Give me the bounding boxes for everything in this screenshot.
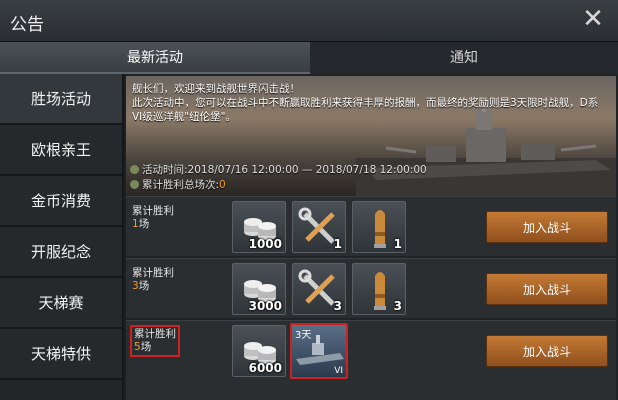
total-wins: 累计胜利总场次:0 (130, 177, 226, 192)
reward-qty: 3000 (248, 299, 282, 313)
reward-condition-label: 累计胜利 (132, 205, 174, 217)
reward-qty: 6000 (248, 361, 282, 375)
reward-condition: 累计胜利 1场 (132, 205, 174, 231)
reward-qty: 1000 (248, 237, 282, 251)
join-battle-button[interactable]: 加入战斗 (486, 273, 608, 305)
silver-coins-reward[interactable]: 3000 (232, 263, 286, 315)
reward-row: 累计胜利 5场 6000 3天 VI 加入战斗 (126, 320, 616, 400)
reward-condition-count: 3 (132, 280, 139, 292)
reward-condition: 累计胜利 5场 (130, 325, 180, 357)
event-banner: 舰长们，欢迎来到战舰世界闪击战！ 此次活动中，您可以在战斗中不断赢取胜利来获得丰… (126, 76, 616, 196)
reward-qty: 3 (393, 299, 402, 313)
reward-condition-unit: 场 (138, 218, 150, 230)
close-icon[interactable]: ✕ (580, 6, 606, 32)
sidebar-item-victory-event[interactable]: 胜场活动 (0, 74, 122, 125)
sidebar: 胜场活动 欧根亲王 金币消费 开服纪念 天梯赛 天梯特供 (0, 74, 124, 400)
reward-qty: 3 (333, 299, 342, 313)
sidebar-item-anniversary[interactable]: 开服纪念 (0, 227, 122, 278)
tab-notices[interactable]: 通知 (310, 42, 618, 74)
sidebar-item-prinz-eugen[interactable]: 欧根亲王 (0, 125, 122, 176)
silver-coins-reward[interactable]: 1000 (232, 201, 286, 253)
event-time: 活动时间:2018/07/16 12:00:00 — 2018/07/18 12… (130, 162, 427, 177)
shell-reward[interactable]: 3 (352, 263, 406, 315)
title-bar: 公告 ✕ (0, 0, 618, 42)
ship-reward[interactable]: 3天 VI (290, 323, 348, 379)
sidebar-item-ladder[interactable]: 天梯赛 (0, 278, 122, 329)
sidebar-item-ladder-special[interactable]: 天梯特供 (0, 329, 122, 380)
silver-coins-reward[interactable]: 6000 (232, 325, 286, 377)
total-wins-label: 累计胜利总场次: (142, 179, 220, 191)
reward-condition-unit: 场 (140, 341, 152, 353)
tools-reward[interactable]: 3 (292, 263, 346, 315)
reward-condition-unit: 场 (138, 280, 150, 292)
reward-qty: 1 (393, 237, 402, 251)
reward-condition: 累计胜利 3场 (132, 267, 174, 293)
join-battle-button[interactable]: 加入战斗 (486, 211, 608, 243)
reward-condition-count: 5 (134, 341, 141, 353)
tools-reward[interactable]: 1 (292, 201, 346, 253)
window-title: 公告 (10, 15, 44, 35)
ship-rental-duration: 3天 (295, 330, 312, 341)
reward-row: 累计胜利 3场 3000 3 3 加入战斗 (126, 258, 616, 318)
reward-condition-count: 1 (132, 218, 139, 230)
ship-tier: VI (334, 366, 343, 376)
reward-row: 累计胜利 1场 1000 1 1 加入战斗 (126, 196, 616, 256)
bullet-icon (130, 180, 139, 189)
event-panel: 舰长们，欢迎来到战舰世界闪击战！ 此次活动中，您可以在战斗中不断赢取胜利来获得丰… (126, 74, 618, 400)
event-time-label: 活动时间:2018/07/16 12:00:00 — 2018/07/18 12… (142, 164, 427, 176)
sidebar-item-gold-spending[interactable]: 金币消费 (0, 176, 122, 227)
reward-condition-label: 累计胜利 (132, 267, 174, 279)
tab-latest-events[interactable]: 最新活动 (0, 42, 310, 74)
tab-bar: 最新活动 通知 (0, 42, 618, 74)
shell-reward[interactable]: 1 (352, 201, 406, 253)
bullet-icon (130, 165, 139, 174)
event-intro-text: 舰长们，欢迎来到战舰世界闪击战！ 此次活动中，您可以在战斗中不断赢取胜利来获得丰… (132, 83, 599, 123)
reward-condition-label: 累计胜利 (134, 328, 176, 340)
total-wins-value: 0 (219, 179, 226, 191)
reward-qty: 1 (333, 237, 342, 251)
join-battle-button[interactable]: 加入战斗 (486, 335, 608, 367)
